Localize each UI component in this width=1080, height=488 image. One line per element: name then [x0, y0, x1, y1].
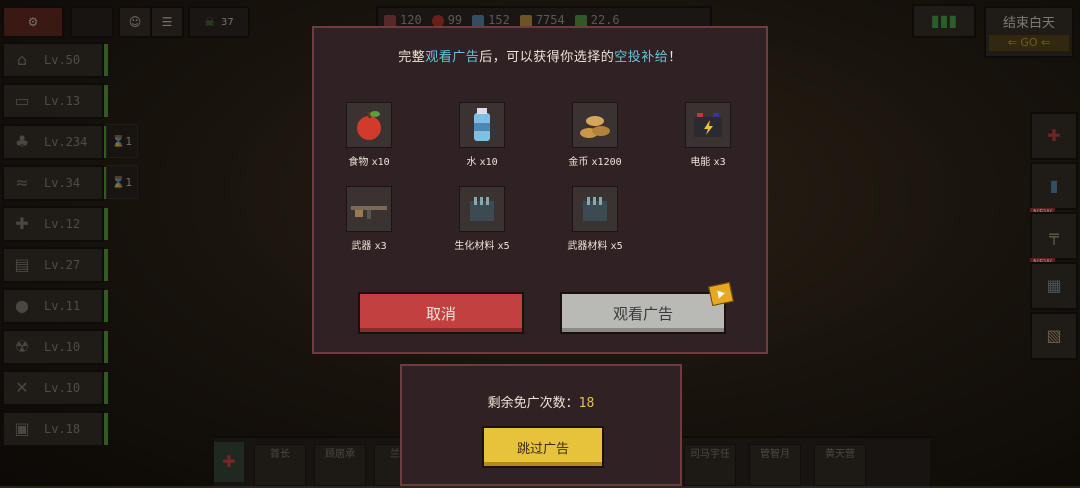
video-icon	[708, 281, 734, 307]
reward-food[interactable]: 食物 x10	[314, 102, 424, 168]
reward-gold[interactable]: 金币 x1200	[540, 102, 650, 168]
bio-material-icon	[459, 186, 505, 232]
remaining-free-count: 剩余免广次数：18	[487, 396, 595, 411]
reward-weapon[interactable]: 武器 x3	[314, 186, 424, 252]
rifle-icon	[346, 186, 392, 232]
skip-ad-button[interactable]: 跳过广告	[482, 426, 604, 468]
airdrop-dialog: 完整观看广告后，可以获得你选择的空投补给！ 食物 x10 水 x10 金币 x1…	[312, 26, 768, 354]
watch-ad-button[interactable]: 观看广告	[560, 292, 726, 334]
reward-bio-material[interactable]: 生化材料 x5	[427, 186, 537, 252]
battery-icon	[685, 102, 731, 148]
reward-weapon-material[interactable]: 武器材料 x5	[540, 186, 650, 252]
free-skip-panel: 剩余免广次数：18 跳过广告	[400, 364, 682, 486]
reward-water[interactable]: 水 x10	[427, 102, 537, 168]
apple-icon	[346, 102, 392, 148]
weapon-material-icon	[572, 186, 618, 232]
water-bottle-icon	[459, 102, 505, 148]
reward-energy[interactable]: 电能 x3	[653, 102, 763, 168]
gold-coins-icon	[572, 102, 618, 148]
dialog-title: 完整观看广告后，可以获得你选择的空投补给！	[398, 50, 682, 65]
cancel-button[interactable]: 取消	[358, 292, 524, 334]
